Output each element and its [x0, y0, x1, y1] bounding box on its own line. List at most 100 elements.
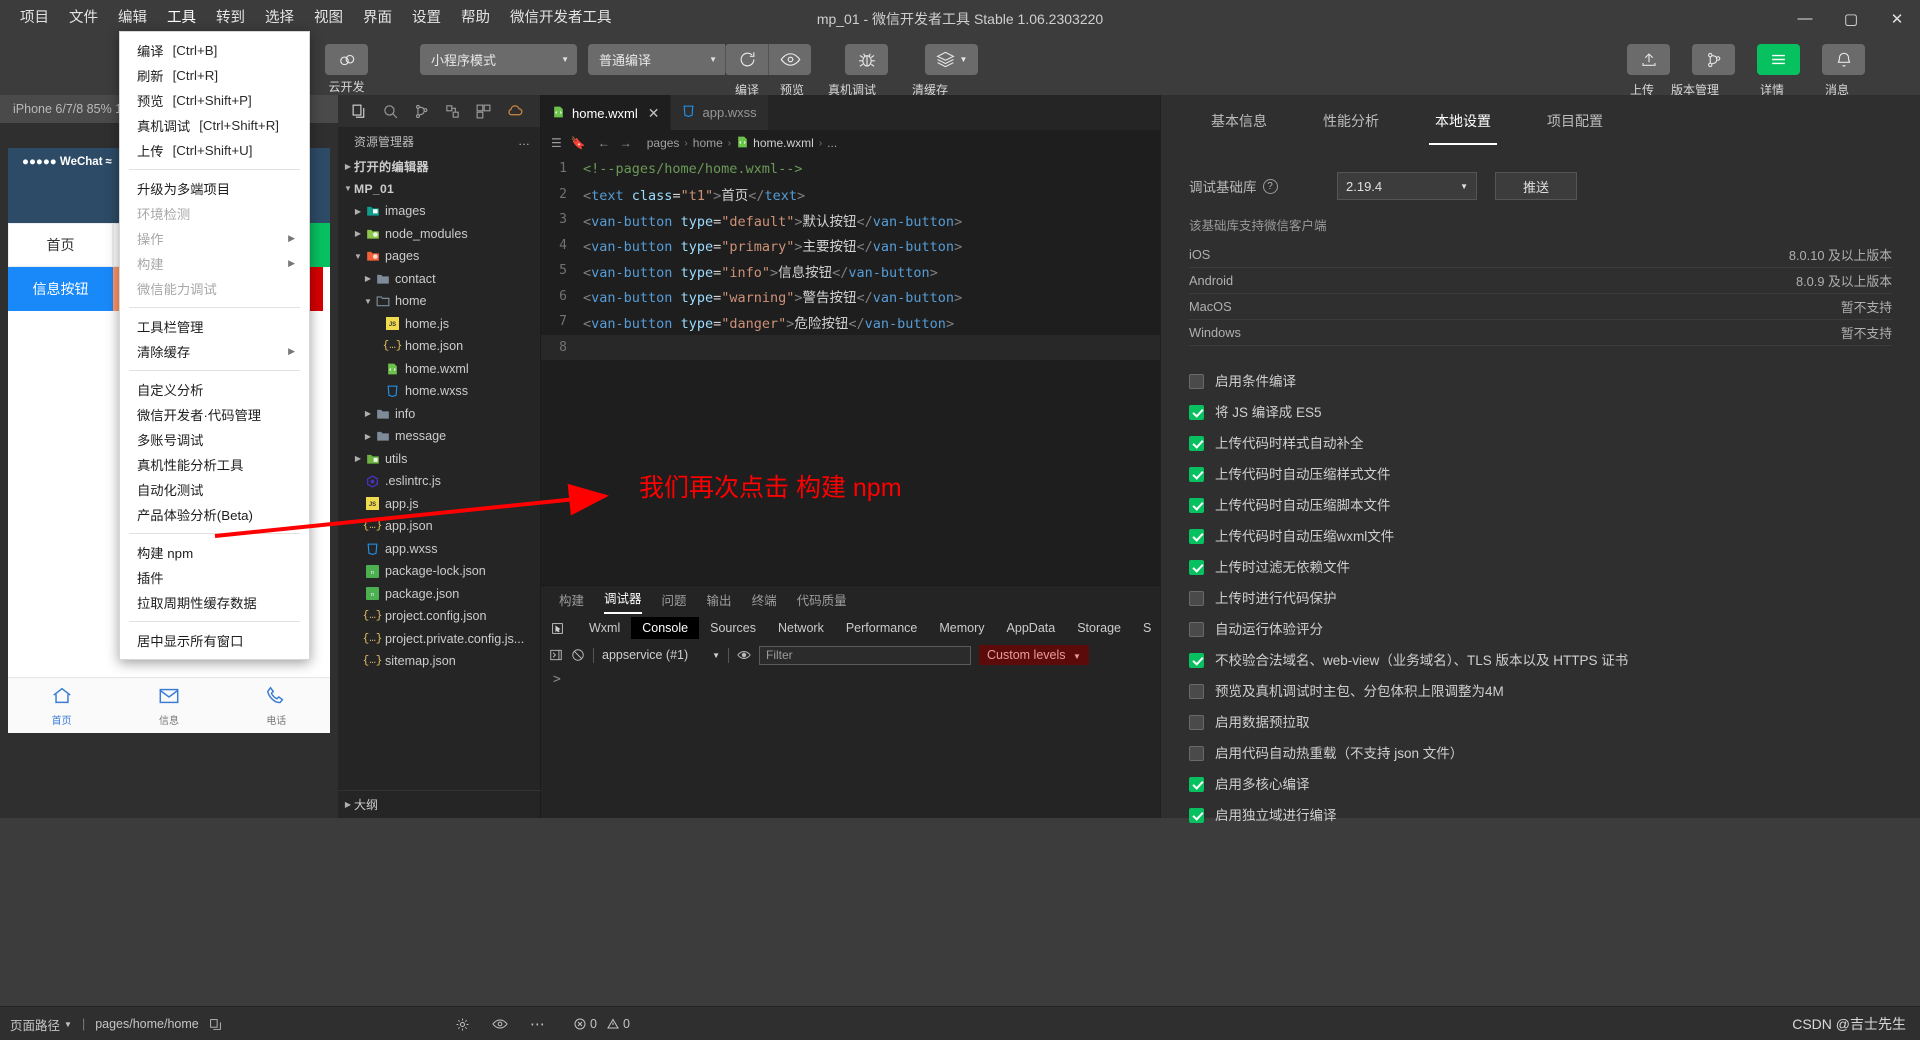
- tree-item-home-wxss[interactable]: home.wxss: [338, 380, 540, 403]
- tree-item-sitemap-json[interactable]: {…} sitemap.json: [338, 650, 540, 673]
- devtools-tab-performance[interactable]: Performance: [835, 617, 929, 639]
- breadcrumb-segment-0[interactable]: pages: [647, 136, 680, 150]
- console-tab-1[interactable]: 调试器: [604, 588, 642, 614]
- tools-menu-item-2-0[interactable]: 工具栏管理: [120, 314, 309, 339]
- right-panel-tabs[interactable]: 基本信息 性能分析 本地设置 项目配置: [1161, 95, 1920, 147]
- breadcrumb-segment-2[interactable]: home.wxml: [736, 135, 814, 152]
- tree-item-app-json[interactable]: {…} app.json: [338, 515, 540, 538]
- window-controls[interactable]: — ▢ ✕: [1782, 0, 1920, 37]
- tools-menu-item-3-5[interactable]: 产品体验分析(Beta): [120, 502, 309, 527]
- eye-icon[interactable]: [492, 1016, 508, 1032]
- eye-icon[interactable]: [737, 648, 751, 662]
- tree-item-home[interactable]: ▼ home: [338, 290, 540, 313]
- checkbox[interactable]: [1189, 653, 1204, 668]
- tree-item-contact[interactable]: ▶ contact: [338, 268, 540, 291]
- file-tree[interactable]: ▶ 打开的编辑器 ▼ MP_01 ▶ images ▶ node_modules ▼ pages ▶…: [338, 155, 540, 673]
- checkbox[interactable]: [1189, 405, 1204, 420]
- phone-button-plain[interactable]: 首页: [8, 223, 113, 267]
- setting-checkbox-row-9[interactable]: 不校验合法域名、web-view（业务域名）、TLS 版本以及 HTTPS 证书: [1189, 651, 1892, 671]
- code-line-4[interactable]: 4 <van-button type="primary">主要按钮</van-bu…: [541, 233, 1160, 259]
- setting-checkbox-row-11[interactable]: 启用数据预拉取: [1189, 713, 1892, 733]
- menu-6[interactable]: 视图: [304, 0, 353, 37]
- checkbox[interactable]: [1189, 467, 1204, 482]
- more-icon[interactable]: ⋯: [530, 1015, 545, 1033]
- tools-menu-item-0-1[interactable]: 刷新 [Ctrl+R]: [120, 63, 309, 88]
- menu-bar[interactable]: 项目 文件 编辑 工具 转到 选择 视图 界面 设置 帮助 微信开发者工具: [0, 0, 622, 37]
- checkbox[interactable]: [1189, 715, 1204, 730]
- back-icon[interactable]: ←: [598, 136, 610, 150]
- real-device-debug-button[interactable]: [845, 44, 888, 75]
- setting-checkbox-row-4[interactable]: 上传代码时自动压缩脚本文件: [1189, 496, 1892, 516]
- tree-item-info[interactable]: ▶ info: [338, 403, 540, 426]
- setting-checkbox-row-8[interactable]: 自动运行体验评分: [1189, 620, 1892, 640]
- tree-item-utils[interactable]: ▶ utils: [338, 448, 540, 471]
- tools-menu-item-0-4[interactable]: 上传 [Ctrl+Shift+U]: [120, 138, 309, 163]
- console-filter-input[interactable]: Filter: [759, 645, 971, 665]
- tree-item-app-js[interactable]: JS app.js: [338, 493, 540, 516]
- devtools-tab-s[interactable]: S: [1132, 617, 1162, 639]
- tree-item-app-wxss[interactable]: app.wxss: [338, 538, 540, 561]
- checkbox[interactable]: [1189, 684, 1204, 699]
- right-tab-1[interactable]: 性能分析: [1295, 111, 1407, 131]
- console-context-select[interactable]: appservice (#1) ▼: [602, 648, 720, 662]
- close-button[interactable]: ✕: [1874, 0, 1920, 37]
- right-tab-0[interactable]: 基本信息: [1183, 111, 1295, 131]
- tree-item-node-modules[interactable]: ▶ node_modules: [338, 223, 540, 246]
- error-count-group[interactable]: 0 0: [574, 1017, 630, 1031]
- tools-menu-item-0-0[interactable]: 编译 [Ctrl+B]: [120, 38, 309, 63]
- tree-item-project-config-json[interactable]: {…} project.config.json: [338, 605, 540, 628]
- devtools-tabs[interactable]: Wxml Console Sources Network Performance Memo…: [541, 614, 1160, 642]
- code-area[interactable]: 1 <!--pages/home/home.wxml--> 2 <text class…: [541, 156, 1160, 585]
- clear-console-icon[interactable]: [571, 648, 585, 662]
- devtools-tab-appdata[interactable]: AppData: [996, 617, 1067, 639]
- tabbar-item-首页[interactable]: 首页: [8, 678, 115, 733]
- activity-bar[interactable]: [338, 95, 540, 127]
- checkbox[interactable]: [1189, 591, 1204, 606]
- tools-menu-item-3-2[interactable]: 多账号调试: [120, 427, 309, 452]
- tree-item-message[interactable]: ▶ message: [338, 425, 540, 448]
- setting-checkbox-row-1[interactable]: 将 JS 编译成 ES5: [1189, 403, 1892, 423]
- editor-tabs[interactable]: home.wxml ✕ app.wxss: [541, 95, 1160, 130]
- tools-menu-item-3-3[interactable]: 真机性能分析工具: [120, 452, 309, 477]
- message-button[interactable]: [1822, 44, 1865, 75]
- menu-7[interactable]: 界面: [353, 0, 402, 37]
- setting-checkbox-row-7[interactable]: 上传时进行代码保护: [1189, 589, 1892, 609]
- setting-checkbox-row-3[interactable]: 上传代码时自动压缩样式文件: [1189, 465, 1892, 485]
- console-tab-3[interactable]: 输出: [707, 590, 732, 614]
- tabbar-item-电话[interactable]: 电话: [223, 678, 330, 733]
- phone-button-info[interactable]: 信息按钮: [8, 267, 113, 311]
- console-output[interactable]: >: [541, 668, 1160, 818]
- tools-menu-item-2-1[interactable]: 清除缓存 ▶: [120, 339, 309, 364]
- inspect-element-icon[interactable]: [551, 622, 564, 635]
- explorer-more-icon[interactable]: …: [518, 134, 530, 148]
- code-line-2[interactable]: 2 <text class="t1">首页</text>: [541, 182, 1160, 208]
- status-tool-icons[interactable]: ⋯: [455, 1015, 545, 1033]
- console-tab-5[interactable]: 代码质量: [797, 590, 847, 614]
- tree-item-home-wxml[interactable]: home.wxml: [338, 358, 540, 381]
- right-tab-2[interactable]: 本地设置: [1407, 111, 1519, 145]
- setting-checkbox-row-14[interactable]: 启用独立域进行编译: [1189, 806, 1892, 826]
- setting-checkbox-row-2[interactable]: 上传代码时样式自动补全: [1189, 434, 1892, 454]
- breadcrumb-nav-icons[interactable]: ☰ 🔖 ← →: [551, 136, 642, 150]
- help-icon[interactable]: ?: [1262, 178, 1278, 194]
- console-tab-2[interactable]: 问题: [662, 590, 687, 614]
- debug-icon[interactable]: [437, 96, 468, 126]
- code-line-5[interactable]: 5 <van-button type="info">信息按钮</van-butto…: [541, 258, 1160, 284]
- menu-0[interactable]: 项目: [10, 0, 59, 37]
- maximize-button[interactable]: ▢: [1828, 0, 1874, 37]
- checkbox[interactable]: [1189, 374, 1204, 389]
- setting-checkbox-row-13[interactable]: 启用多核心编译: [1189, 775, 1892, 795]
- setting-checkbox-row-12[interactable]: 启用代码自动热重载（不支持 json 文件）: [1189, 744, 1892, 764]
- code-line-8[interactable]: 8: [541, 334, 1160, 360]
- breadcrumb-segment-1[interactable]: home: [693, 136, 723, 150]
- breadcrumb[interactable]: ☰ 🔖 ← → pages › home › home.wxml ›...: [541, 130, 1160, 156]
- custom-levels-select[interactable]: Custom levels ▼: [979, 645, 1089, 665]
- console-tab-0[interactable]: 构建: [559, 590, 584, 614]
- preview-button[interactable]: [768, 44, 811, 75]
- tools-menu-item-1-0[interactable]: 升级为多端项目: [120, 176, 309, 201]
- compile-preview-group[interactable]: [725, 44, 811, 75]
- tools-menu-item-5-0[interactable]: 居中显示所有窗口: [120, 628, 309, 653]
- close-icon[interactable]: ✕: [648, 105, 660, 122]
- menu-9[interactable]: 帮助: [451, 0, 500, 37]
- tools-menu-item-4-0[interactable]: 构建 npm: [120, 540, 309, 565]
